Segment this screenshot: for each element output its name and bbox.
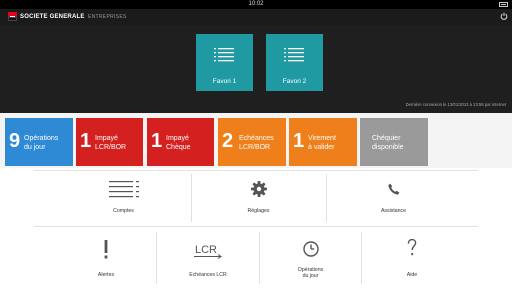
menu-operations-du-jour[interactable]: Opérations du jour: [260, 228, 361, 286]
menu-reglages[interactable]: Réglages: [191, 170, 326, 226]
tile-label-line2: LCR/BOR: [239, 144, 271, 151]
favorites-panel: Favori 1 Favori 2 Dernière connexion le …: [0, 25, 512, 113]
tile-count: 9: [9, 130, 21, 152]
menu-comptes[interactable]: Comptes: [56, 170, 191, 226]
gear-icon: [250, 181, 267, 197]
divider: [34, 226, 478, 227]
question-icon: [407, 239, 417, 256]
brand-name: SOCIETE GENERALE: [20, 14, 85, 20]
tile-label-line2: disponible: [372, 144, 404, 151]
tile-impaye-cheque[interactable]: 1 Impayé Chèque: [147, 118, 214, 166]
phone-icon: [387, 183, 399, 195]
section-name: ENTREPRISES: [88, 14, 127, 20]
favorite-1-label: Favori 1: [212, 78, 237, 85]
menu-label: Echéances LCR: [189, 272, 227, 278]
favorite-2-label: Favori 2: [282, 78, 307, 85]
tile-label-line1: Impayé: [166, 135, 189, 142]
last-connection-text: Dernière connexion le 13/01/2013 à 13:56…: [405, 102, 506, 107]
menu-label: Aide: [406, 272, 418, 278]
menu-alertes[interactable]: Alertes: [56, 228, 156, 286]
tile-echeances-lcr-bor[interactable]: 2 Echéances LCR/BOR: [218, 118, 286, 166]
menu-aide[interactable]: Aide: [362, 228, 462, 286]
tile-count: 1: [151, 130, 163, 152]
tile-label-line1: Impayé: [95, 135, 118, 142]
tile-count: 1: [80, 130, 92, 152]
tile-virement-a-valider[interactable]: 1 Virement à valider: [289, 118, 357, 166]
tile-label-line2: à valider: [308, 144, 335, 151]
tile-count: 2: [222, 130, 234, 152]
exclamation-icon: [104, 240, 108, 259]
menu-echeances-lcr[interactable]: LCR Echéances LCR: [157, 228, 259, 286]
tile-operations-du-jour[interactable]: 9 Opérations du jour: [5, 118, 73, 166]
lcr-icon-text: LCR: [195, 244, 217, 256]
tile-label-line2: du jour: [24, 144, 46, 151]
battery-icon: [499, 2, 508, 7]
menu-assistance[interactable]: Assistance: [326, 170, 461, 226]
menu-label: Comptes: [113, 208, 134, 214]
tile-count: 1: [293, 130, 305, 152]
menu-label: Réglages: [247, 208, 270, 214]
app-header: SOCIETE GENERALE / ENTREPRISES: [0, 9, 512, 25]
power-icon[interactable]: [500, 12, 508, 20]
clock-icon: [302, 241, 319, 257]
tile-label-line2: LCR/BOR: [95, 144, 127, 151]
list-icon: [214, 48, 234, 62]
tile-label-line1: Opérations: [24, 135, 59, 142]
menu-grid: Comptes Réglages Assistance Alertes LCR …: [0, 170, 512, 288]
tile-label-line2: Chèque: [166, 144, 191, 151]
tile-label-line1: Virement: [308, 135, 336, 142]
tile-label-line1: Echéances: [239, 135, 274, 142]
tile-label-line1: Chéquier: [372, 135, 401, 142]
summary-tiles: 9 Opérations du jour 1 Impayé LCR/BOR 1 …: [0, 113, 512, 168]
menu-label: Assistance: [380, 208, 407, 214]
favorite-1-button[interactable]: Favori 1: [196, 34, 253, 91]
menu-label-line2: du jour: [302, 273, 319, 279]
status-time: 10:02: [248, 1, 264, 7]
lcr-icon: LCR: [194, 244, 222, 259]
list-icon: [284, 48, 304, 62]
menu-label: Alertes: [97, 272, 115, 278]
favorite-2-button[interactable]: Favori 2: [266, 34, 323, 91]
status-bar: 10:02: [0, 0, 512, 9]
tile-impaye-lcr-bor[interactable]: 1 Impayé LCR/BOR: [76, 118, 143, 166]
tile-chequier-disponible[interactable]: Chéquier disponible: [360, 118, 428, 166]
header-separator: /: [82, 14, 84, 20]
list-icon: [108, 181, 139, 198]
societe-generale-logo: [8, 12, 17, 21]
